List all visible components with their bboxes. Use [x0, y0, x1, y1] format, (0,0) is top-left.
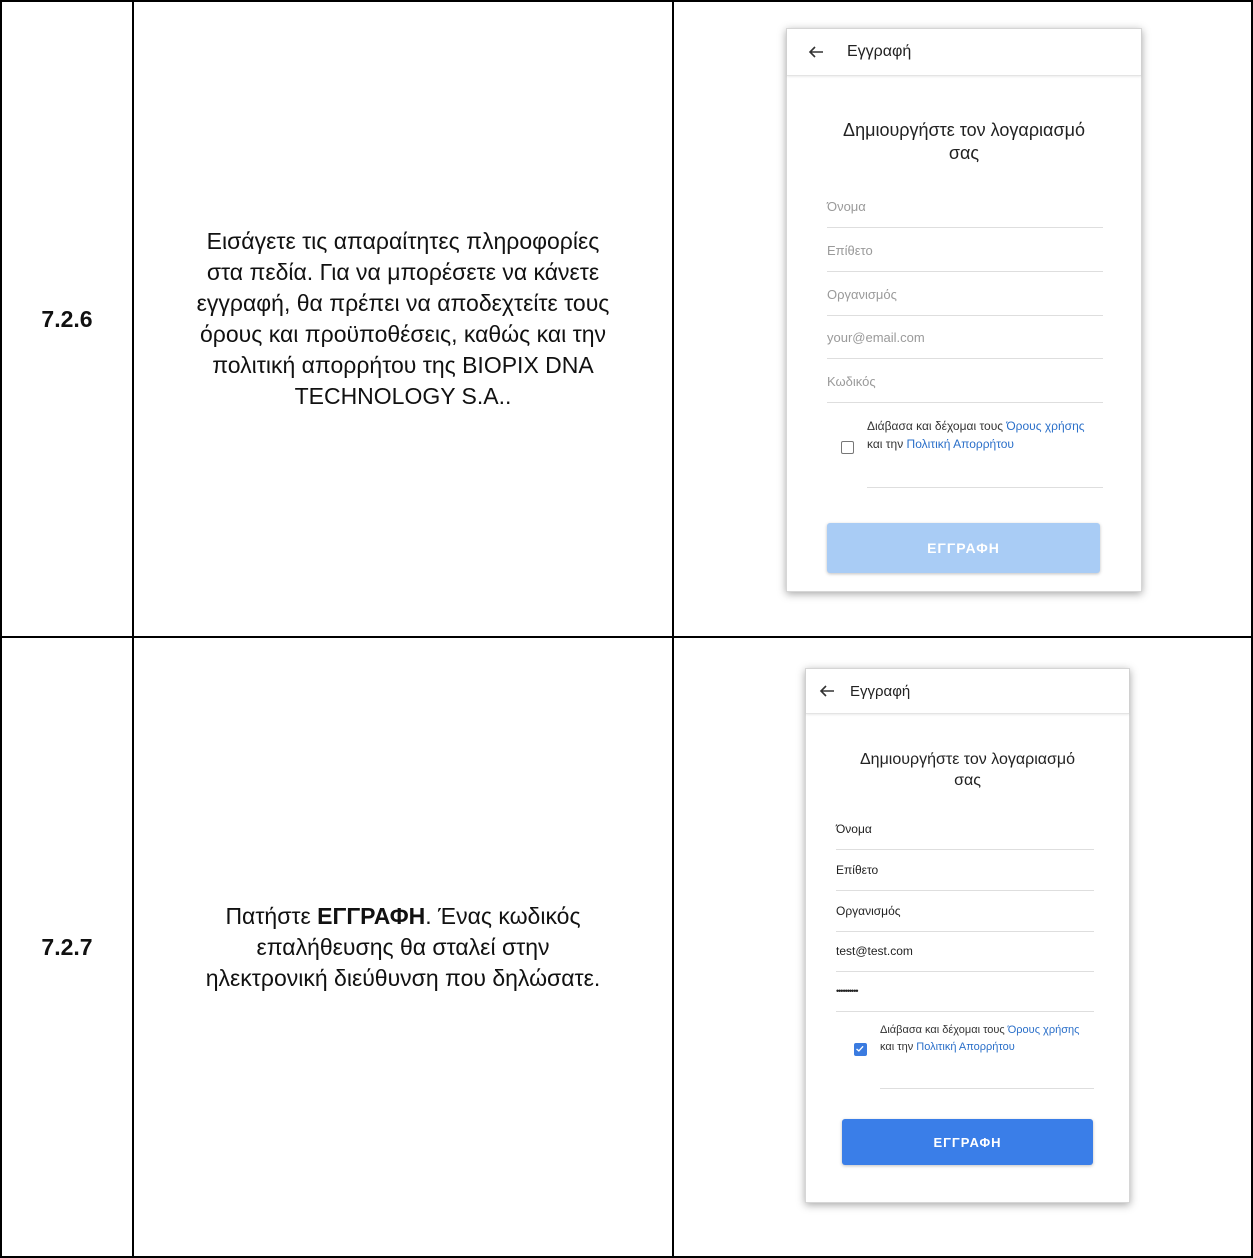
description-text: . Ένας κωδικός [425, 902, 581, 929]
step-description: Πατήστε ΕΓΓΡΑΦΗ. Ένας κωδικός επαλήθευση… [132, 636, 674, 1258]
table-row: 7.2.6 Εισάγετε τις απαραίτητες πληροφορί… [0, 0, 1253, 638]
field-text: Επίθετο [836, 863, 879, 877]
app-bar: Εγγραφή [806, 669, 1129, 714]
description-text: Πατήστε [225, 902, 318, 929]
description-line: Πατήστε ΕΓΓΡΑΦΗ. Ένας κωδικός [142, 901, 664, 932]
field-text: your@email.com [827, 329, 925, 345]
heading-line: Δημιουργήστε τον λογαριασμό [843, 120, 1085, 140]
field-text: Κωδικός [827, 373, 876, 389]
field-text: Όνομα [827, 198, 866, 214]
form-heading: Δημιουργήστε τον λογαριασμό σας [806, 749, 1129, 791]
terms-of-use-link[interactable]: Όρους χρήσης [1008, 1024, 1080, 1036]
organization-field[interactable]: Οργανισμός [836, 891, 1094, 932]
field-text: Οργανισμός [836, 904, 901, 918]
app-bar: Εγγραφή [787, 29, 1141, 76]
heading-line: σας [948, 143, 980, 163]
screenshot-cell: Εγγραφή Δημιουργήστε τον λογαριασμό σας … [672, 636, 1253, 1258]
terms-checkbox[interactable] [841, 441, 854, 454]
app-bar-title: Εγγραφή [850, 682, 911, 700]
terms-prefix: Διάβασα και δέχομαι τους [880, 1024, 1008, 1036]
step-number: 7.2.6 [0, 0, 134, 638]
description-bold: ΕΓΓΡΑΦΗ [317, 902, 426, 929]
privacy-policy-link[interactable]: Πολιτική Απορρήτου [916, 1041, 1015, 1053]
register-button[interactable]: ΕΓΓΡΑΦΗ [827, 523, 1100, 573]
phone-screenshot: Εγγραφή Δημιουργήστε τον λογαριασμό σας … [805, 668, 1130, 1203]
description-line: πολιτική απορρήτου της BIOPIX DNA [212, 352, 594, 378]
terms-text: Διάβασα και δέχομαι τους Όρους χρήσης κα… [867, 417, 1103, 488]
screenshot-cell: Εγγραφή Δημιουργήστε τον λογαριασμό σας … [672, 0, 1253, 638]
email-field[interactable]: your@email.com [827, 316, 1103, 359]
register-button[interactable]: ΕΓΓΡΑΦΗ [842, 1119, 1093, 1165]
phone-screenshot: Εγγραφή Δημιουργήστε τον λογαριασμό σας … [786, 28, 1142, 592]
field-text: test@test.com [836, 944, 913, 958]
terms-text: Διάβασα και δέχομαι τους Όρους χρήσης κα… [880, 1022, 1094, 1089]
step-description: Εισάγετε τις απαραίτητες πληροφορίες στα… [132, 0, 674, 638]
description-line: ηλεκτρονική διεύθυνση που δηλώσατε. [205, 964, 601, 991]
description-line: επαλήθευσης θα σταλεί στην [256, 933, 550, 960]
field-text: Επίθετο [827, 242, 873, 258]
app-bar-title: Εγγραφή [847, 43, 912, 60]
terms-prefix: Διάβασα και δέχομαι τους [867, 419, 1007, 433]
terms-of-use-link[interactable]: Όρους χρήσης [1006, 419, 1084, 433]
terms-checkbox[interactable] [854, 1043, 867, 1056]
field-text: •••••••••• [836, 986, 858, 996]
last-name-field[interactable]: Επίθετο [836, 850, 1094, 891]
heading-line: Δημιουργήστε τον λογαριασμό [859, 751, 1076, 768]
description-line: TECHNOLOGY S.A.. [294, 383, 512, 409]
field-text: Όνομα [836, 822, 872, 836]
checkmark-icon [856, 1045, 864, 1052]
description-line: Εισάγετε τις απαραίτητες πληροφορίες [206, 228, 600, 254]
email-field[interactable]: test@test.com [836, 931, 1094, 972]
organization-field[interactable]: Οργανισμός [827, 273, 1103, 316]
back-arrow-icon[interactable] [807, 43, 825, 61]
table-row: 7.2.7 Πατήστε ΕΓΓΡΑΦΗ. Ένας κωδικός επαλ… [0, 636, 1253, 1258]
description-line: όρους και προϋποθέσεις, καθώς και την [200, 321, 606, 347]
terms-mid: και την [880, 1041, 917, 1053]
field-text: Οργανισμός [827, 286, 897, 302]
description-line: στα πεδία. Για να μπορέσετε να κάνετε [206, 259, 600, 285]
first-name-field[interactable]: Όνομα [827, 185, 1103, 228]
terms-mid: και την [867, 437, 907, 451]
last-name-field[interactable]: Επίθετο [827, 229, 1103, 272]
back-arrow-icon[interactable] [818, 682, 836, 700]
steps-table: 7.2.6 Εισάγετε τις απαραίτητες πληροφορί… [0, 0, 1253, 1258]
form-heading: Δημιουργήστε τον λογαριασμό σας [787, 119, 1141, 165]
password-field[interactable]: •••••••••• [836, 971, 1094, 1012]
heading-line: σας [954, 772, 981, 789]
privacy-policy-link[interactable]: Πολιτική Απορρήτου [907, 437, 1014, 451]
description-line: εγγραφή, θα πρέπει να αποδεχτείτε τους [196, 290, 610, 316]
step-number: 7.2.7 [0, 636, 134, 1258]
first-name-field[interactable]: Όνομα [836, 809, 1094, 850]
password-field[interactable]: Κωδικός [827, 360, 1103, 403]
